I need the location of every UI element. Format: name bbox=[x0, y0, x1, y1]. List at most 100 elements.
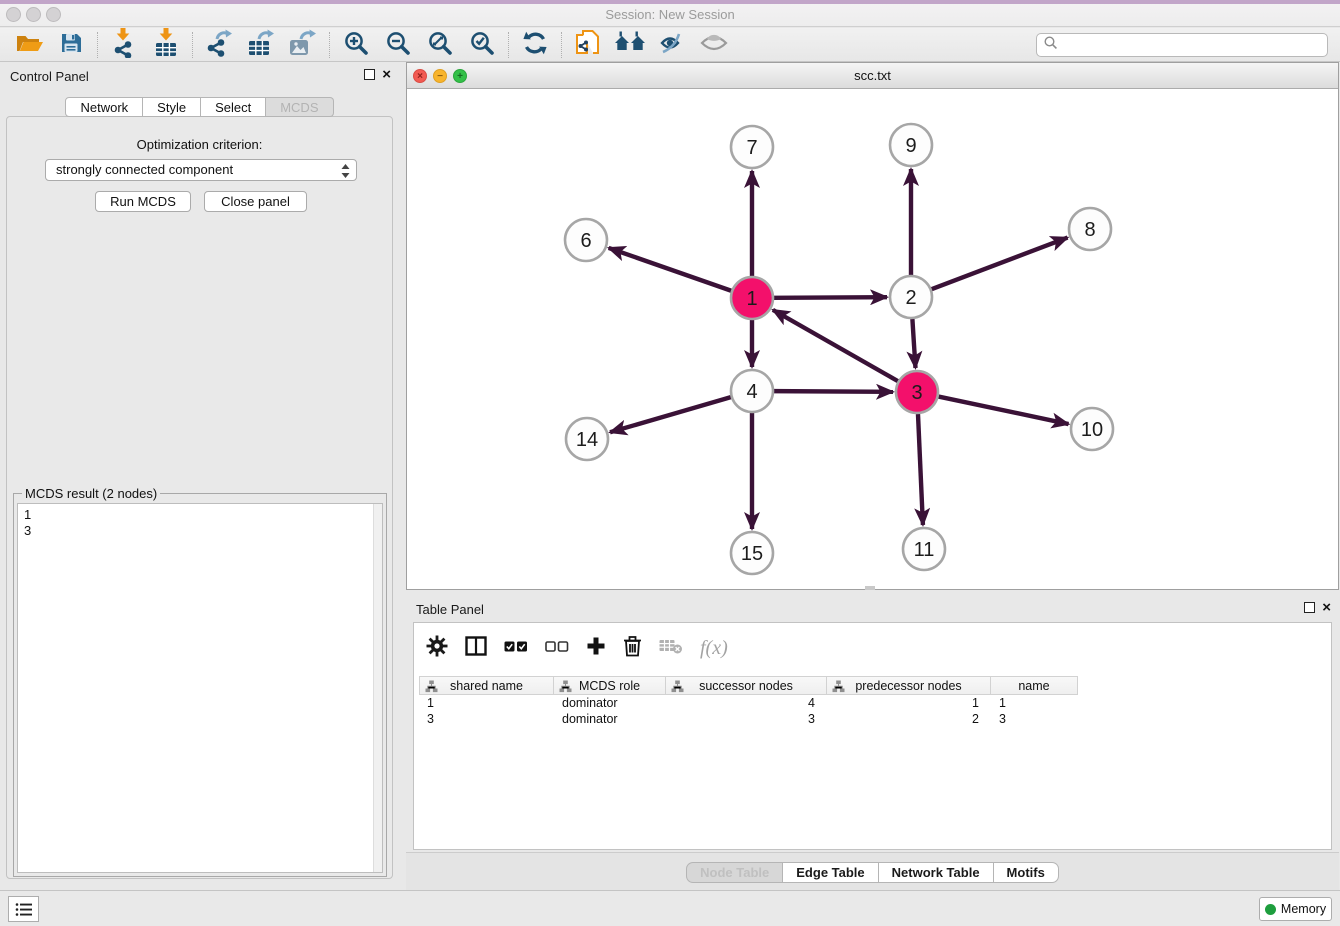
network-resize-handle[interactable] bbox=[865, 586, 875, 590]
svg-text:1: 1 bbox=[746, 288, 757, 310]
cell-mcds-role[interactable]: dominator bbox=[554, 711, 666, 727]
zoom-in-button[interactable] bbox=[335, 29, 377, 61]
graph-node-10[interactable]: 10 bbox=[1071, 408, 1113, 450]
float-table-panel-icon[interactable] bbox=[1304, 602, 1315, 613]
open-session-button[interactable] bbox=[8, 29, 50, 61]
network-window-title: scc.txt bbox=[407, 68, 1338, 83]
first-neighbors-button[interactable] bbox=[609, 29, 651, 61]
graph-node-6[interactable]: 6 bbox=[565, 219, 607, 261]
graph-node-2[interactable]: 2 bbox=[890, 276, 932, 318]
svg-text:7: 7 bbox=[746, 137, 757, 159]
edge-3-11[interactable] bbox=[918, 414, 923, 525]
cell-predecessor-nodes[interactable]: 1 bbox=[827, 695, 991, 711]
result-scrollbar[interactable] bbox=[373, 504, 382, 872]
graph-node-1[interactable]: 1 bbox=[731, 277, 773, 319]
graph-node-15[interactable]: 15 bbox=[731, 532, 773, 574]
column-tree-icon bbox=[832, 680, 845, 696]
close-table-panel-icon[interactable]: × bbox=[1322, 602, 1331, 613]
delete-column-button[interactable] bbox=[623, 635, 642, 662]
zoom-fit-button[interactable] bbox=[419, 29, 461, 61]
search-icon bbox=[1043, 35, 1059, 56]
tab-node-table[interactable]: Node Table bbox=[686, 862, 783, 883]
table-settings-button[interactable] bbox=[426, 635, 448, 662]
delete-table-button bbox=[659, 637, 683, 660]
column-header-successor-nodes[interactable]: successor nodes bbox=[666, 676, 827, 695]
clone-network-icon bbox=[575, 29, 602, 61]
memory-status-icon bbox=[1265, 904, 1276, 915]
edge-3-10[interactable] bbox=[939, 397, 1069, 424]
close-panel-button[interactable]: Close panel bbox=[204, 191, 307, 212]
table-header-row: shared nameMCDS rolesuccessor nodesprede… bbox=[419, 676, 1078, 695]
column-header-predecessor-nodes[interactable]: predecessor nodes bbox=[827, 676, 991, 695]
mcds-result-textarea[interactable]: 13 bbox=[17, 503, 383, 873]
graph-node-9[interactable]: 9 bbox=[890, 124, 932, 166]
tab-motifs[interactable]: Motifs bbox=[994, 862, 1059, 883]
edge-2-8[interactable] bbox=[932, 238, 1068, 290]
grid-x-icon bbox=[659, 637, 683, 660]
zoom-out-button[interactable] bbox=[377, 29, 419, 61]
table-panel-title: Table Panel bbox=[416, 602, 484, 617]
graph-node-3[interactable]: 3 bbox=[896, 371, 938, 413]
mcds-tab-content: Optimization criterion: strongly connect… bbox=[6, 116, 393, 879]
table-row: 1dominator411 bbox=[419, 695, 1078, 711]
graph-node-7[interactable]: 7 bbox=[731, 126, 773, 168]
tab-mcds[interactable]: MCDS bbox=[266, 97, 333, 117]
hide-selected-button[interactable] bbox=[651, 29, 693, 61]
tab-select[interactable]: Select bbox=[201, 97, 266, 117]
column-header-shared-name[interactable]: shared name bbox=[419, 676, 554, 695]
search-input[interactable] bbox=[1059, 35, 1327, 55]
svg-text:2: 2 bbox=[905, 287, 916, 309]
show-all-button bbox=[693, 29, 735, 61]
tab-style[interactable]: Style bbox=[143, 97, 201, 117]
cell-mcds-role[interactable]: dominator bbox=[554, 695, 666, 711]
graph-node-8[interactable]: 8 bbox=[1069, 208, 1111, 250]
edge-3-1[interactable] bbox=[773, 310, 898, 381]
tab-edge-table[interactable]: Edge Table bbox=[783, 862, 878, 883]
graph-node-11[interactable]: 11 bbox=[903, 528, 945, 570]
export-network-button[interactable] bbox=[198, 29, 240, 61]
edge-1-6[interactable] bbox=[609, 248, 732, 291]
cell-predecessor-nodes[interactable]: 2 bbox=[827, 711, 991, 727]
svg-text:4: 4 bbox=[746, 381, 757, 403]
add-column-button[interactable] bbox=[586, 636, 606, 661]
float-panel-icon[interactable] bbox=[364, 69, 375, 80]
cell-shared-name[interactable]: 3 bbox=[419, 711, 554, 727]
import-network-button[interactable] bbox=[103, 29, 145, 61]
split-panel-button[interactable] bbox=[465, 636, 487, 661]
export-table-button[interactable] bbox=[240, 29, 282, 61]
graph-node-4[interactable]: 4 bbox=[731, 370, 773, 412]
save-session-button[interactable] bbox=[50, 29, 92, 61]
window-title: Session: New Session bbox=[0, 7, 1340, 22]
deselect-all-rows-button[interactable] bbox=[545, 639, 569, 657]
cell-successor-nodes[interactable]: 4 bbox=[666, 695, 827, 711]
select-all-rows-button[interactable] bbox=[504, 639, 528, 657]
zoom-selected-button[interactable] bbox=[461, 29, 503, 61]
edge-1-2[interactable] bbox=[774, 297, 887, 298]
refresh-button[interactable] bbox=[514, 29, 556, 61]
column-header-name[interactable]: name bbox=[991, 676, 1078, 695]
import-table-button[interactable] bbox=[145, 29, 187, 61]
edge-4-3[interactable] bbox=[774, 391, 893, 392]
column-header-mcds-role[interactable]: MCDS role bbox=[554, 676, 666, 695]
close-panel-icon[interactable]: × bbox=[382, 69, 391, 80]
edge-4-14[interactable] bbox=[610, 397, 731, 432]
plus-icon bbox=[586, 636, 606, 661]
export-image-button[interactable] bbox=[282, 29, 324, 61]
window-top-accent bbox=[0, 0, 1340, 4]
clone-network-button[interactable] bbox=[567, 29, 609, 61]
tab-network-table[interactable]: Network Table bbox=[879, 862, 994, 883]
floppy-icon bbox=[59, 31, 83, 58]
search-box bbox=[1036, 33, 1328, 57]
cell-successor-nodes[interactable]: 3 bbox=[666, 711, 827, 727]
run-mcds-button[interactable]: Run MCDS bbox=[95, 191, 191, 212]
memory-button[interactable]: Memory bbox=[1259, 897, 1332, 921]
graph-node-14[interactable]: 14 bbox=[566, 418, 608, 460]
window-titlebar: Session: New Session bbox=[0, 0, 1340, 27]
cell-shared-name[interactable]: 1 bbox=[419, 695, 554, 711]
cell-name[interactable]: 1 bbox=[991, 695, 1078, 711]
criterion-dropdown[interactable]: strongly connected component bbox=[45, 159, 357, 181]
cell-name[interactable]: 3 bbox=[991, 711, 1078, 727]
tab-network[interactable]: Network bbox=[65, 97, 143, 117]
task-history-button[interactable] bbox=[8, 896, 39, 922]
edge-2-3[interactable] bbox=[912, 319, 915, 368]
